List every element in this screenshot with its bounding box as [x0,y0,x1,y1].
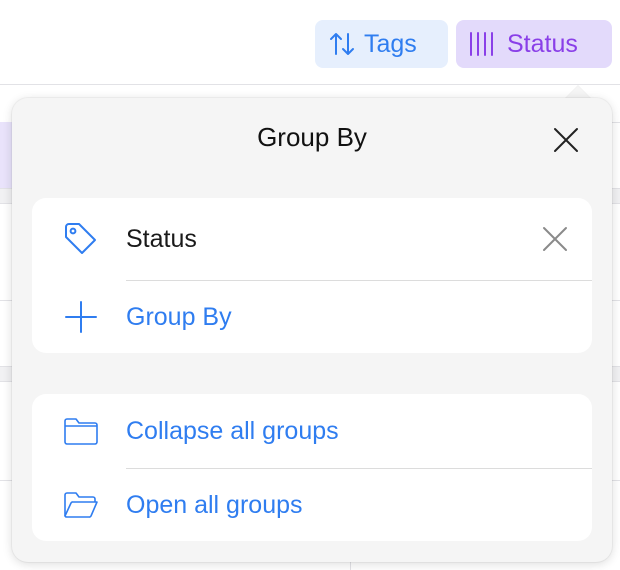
collapse-all-groups-button[interactable]: Collapse all groups [32,394,592,468]
tag-icon [62,221,100,257]
add-group-by-label: Group By [126,302,232,331]
tags-button[interactable]: Tags [315,20,448,68]
folder-icon [62,416,100,446]
open-all-groups-label: Open all groups [126,490,303,519]
collapse-all-groups-label: Collapse all groups [126,416,339,445]
group-by-popover: Group By Status Group By Collapse all gr… [12,98,612,562]
active-group-label: Status [126,224,197,253]
columns-icon [468,31,498,57]
group-actions-card: Collapse all groups Open all groups [32,394,592,541]
status-button[interactable]: Status [456,20,612,68]
tags-button-label: Tags [364,29,417,58]
plus-icon [62,299,100,335]
popover-title: Group By [257,122,367,152]
close-icon[interactable] [550,124,582,156]
grouping-card: Status Group By [32,198,592,353]
add-group-by-button[interactable]: Group By [32,281,592,353]
toolbar-divider [0,84,620,85]
active-group-row: Status [32,198,592,280]
sort-arrows-icon [329,31,355,57]
remove-group-icon[interactable] [540,224,570,254]
status-button-label: Status [507,29,578,58]
folder-open-icon [62,490,100,520]
open-all-groups-button[interactable]: Open all groups [32,469,592,541]
